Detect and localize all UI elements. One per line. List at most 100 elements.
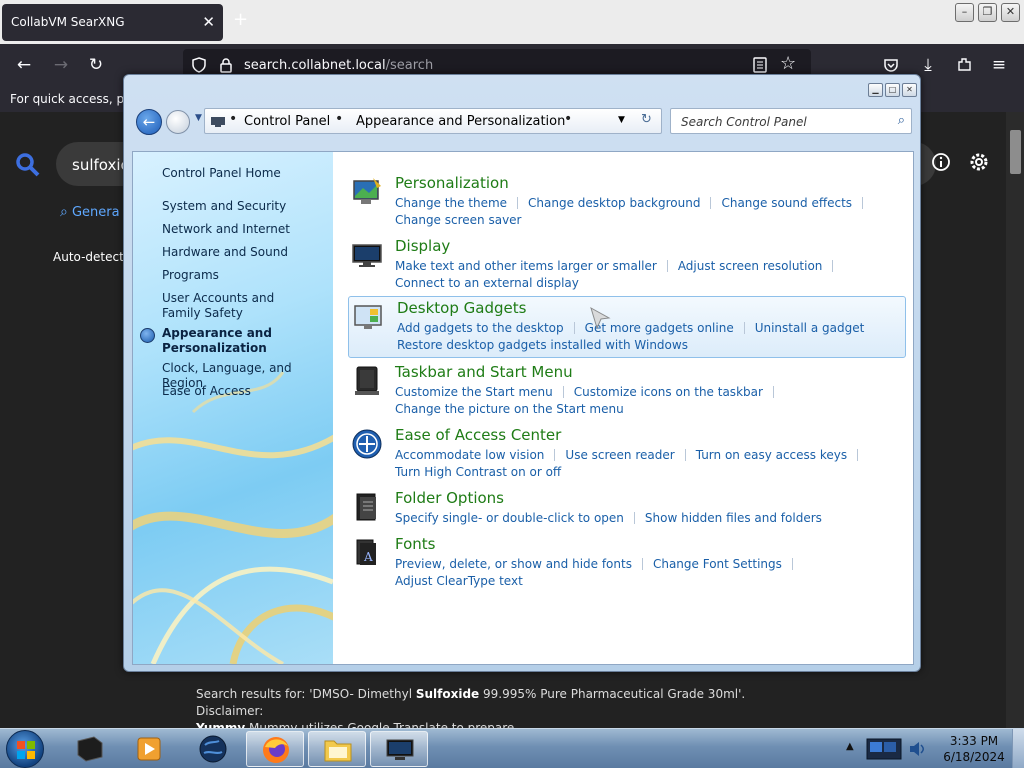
search-small-icon: ⌕ <box>60 204 68 220</box>
nav-control-panel-home[interactable]: Control Panel Home <box>162 166 327 181</box>
tray-expand-icon[interactable]: ▲ <box>846 741 854 752</box>
link-low-vision[interactable]: Accommodate low vision <box>395 448 544 462</box>
nav-hardware-sound[interactable]: Hardware and Sound <box>162 245 327 260</box>
extensions-icon[interactable] <box>956 56 973 73</box>
breadcrumb-appearance[interactable]: Appearance and Personalization <box>356 114 565 129</box>
link-high-contrast[interactable]: Turn High Contrast on or off <box>395 465 561 479</box>
bookmarks-hint: For quick access, plac <box>10 92 142 106</box>
category-list: Personalization Change the theme Change d… <box>333 152 913 664</box>
link-add-gadgets[interactable]: Add gadgets to the desktop <box>397 321 564 335</box>
address-dropdown-icon[interactable]: ▼ <box>618 115 625 125</box>
back-arrow-icon[interactable]: ← <box>136 109 162 135</box>
forward-arrow-icon[interactable] <box>166 110 190 134</box>
shield-icon[interactable] <box>191 57 207 73</box>
category-title[interactable]: Taskbar and Start Menu <box>395 363 573 381</box>
taskbar-media-player[interactable] <box>120 731 178 767</box>
new-tab-icon[interactable]: + <box>233 9 248 30</box>
link-uninstall-gadget[interactable]: Uninstall a gadget <box>755 321 865 335</box>
taskbar-firefox[interactable] <box>246 731 304 767</box>
category-title[interactable]: Folder Options <box>395 489 504 507</box>
link-hidden-files[interactable]: Show hidden files and folders <box>645 511 822 525</box>
category-title[interactable]: Display <box>395 237 450 255</box>
lock-icon[interactable] <box>219 57 233 73</box>
link-change-theme[interactable]: Change the theme <box>395 196 507 210</box>
network-icon[interactable] <box>866 737 902 761</box>
start-button[interactable] <box>6 730 44 768</box>
menu-icon[interactable]: ≡ <box>988 54 1010 76</box>
link-change-desktop-background[interactable]: Change desktop background <box>528 196 700 210</box>
link-preview-fonts[interactable]: Preview, delete, or show and hide fonts <box>395 557 632 571</box>
cp-close-button[interactable]: ✕ <box>902 83 917 97</box>
category-title[interactable]: Desktop Gadgets <box>397 299 526 317</box>
link-start-menu-picture[interactable]: Change the picture on the Start menu <box>395 402 624 416</box>
link-customize-start-menu[interactable]: Customize the Start menu <box>395 385 553 399</box>
refresh-icon[interactable]: ↻ <box>641 112 652 127</box>
taskbar-clock[interactable]: 3:33 PM 6/18/2024 <box>936 733 1012 765</box>
category-title[interactable]: Personalization <box>395 174 509 192</box>
breadcrumb[interactable]: • Control Panel • Appearance and Persona… <box>204 108 662 134</box>
link-customize-taskbar-icons[interactable]: Customize icons on the taskbar <box>574 385 763 399</box>
reload-icon[interactable]: ↻ <box>85 54 107 76</box>
recent-pages-dropdown-icon[interactable]: ▼ <box>195 113 202 123</box>
link-restore-gadgets[interactable]: Restore desktop gadgets installed with W… <box>397 338 688 352</box>
reader-view-icon[interactable] <box>753 57 767 73</box>
folder-icon <box>324 740 352 762</box>
category-display: Display Make text and other items larger… <box>347 235 905 297</box>
link-text-size[interactable]: Make text and other items larger or smal… <box>395 259 657 273</box>
gear-icon[interactable] <box>968 151 990 173</box>
category-desktop-gadgets[interactable]: Desktop Gadgets Add gadgets to the deskt… <box>348 296 906 358</box>
globe-icon <box>199 735 227 763</box>
terminal-icon <box>77 736 103 762</box>
breadcrumb-separator[interactable]: • <box>564 111 572 127</box>
restore-button[interactable]: ❐ <box>978 3 997 22</box>
link-easy-access-keys[interactable]: Turn on easy access keys <box>696 448 847 462</box>
bookmark-star-icon[interactable]: ☆ <box>780 53 796 74</box>
cp-maximize-button[interactable]: □ <box>885 83 900 97</box>
nav-system-security[interactable]: System and Security <box>162 199 327 214</box>
info-icon[interactable] <box>931 152 951 172</box>
browser-tab[interactable]: CollabVM SearXNG ✕ <box>2 4 223 41</box>
taskbar-control-panel[interactable] <box>370 731 428 767</box>
nav-programs[interactable]: Programs <box>162 268 327 283</box>
forward-arrow-icon[interactable]: → <box>50 54 72 76</box>
category-title[interactable]: Ease of Access Center <box>395 426 561 444</box>
volume-icon[interactable] <box>908 741 926 757</box>
nav-user-accounts[interactable]: User Accounts and Family Safety <box>162 291 312 321</box>
tab-close-icon[interactable]: ✕ <box>202 13 215 31</box>
cp-minimize-button[interactable]: ▁ <box>868 83 883 97</box>
category-fonts: A Fonts Preview, delete, or show and hid… <box>347 533 905 595</box>
nav-ease-of-access[interactable]: Ease of Access <box>162 384 327 399</box>
pocket-icon[interactable] <box>883 57 899 73</box>
breadcrumb-control-panel[interactable]: Control Panel <box>244 114 330 129</box>
show-desktop-button[interactable] <box>1012 729 1024 768</box>
link-change-screen-saver[interactable]: Change screen saver <box>395 213 522 227</box>
taskbar-globe[interactable] <box>184 731 242 767</box>
link-screen-reader[interactable]: Use screen reader <box>565 448 674 462</box>
taskbar-explorer[interactable] <box>308 731 366 767</box>
breadcrumb-separator[interactable]: • <box>335 111 343 127</box>
tab-general[interactable]: ⌕ Genera <box>60 204 120 220</box>
language-autodetect[interactable]: Auto-detect <box>53 250 124 264</box>
back-arrow-icon[interactable]: ← <box>13 54 35 76</box>
taskbar-terminal[interactable] <box>60 731 118 767</box>
nav-network-internet[interactable]: Network and Internet <box>162 222 327 237</box>
page-scrollbar[interactable] <box>1006 112 1024 728</box>
downloads-icon[interactable]: ⤓ <box>917 54 939 76</box>
link-external-display[interactable]: Connect to an external display <box>395 276 579 290</box>
link-cleartype[interactable]: Adjust ClearType text <box>395 574 523 588</box>
category-title[interactable]: Fonts <box>395 535 435 553</box>
link-screen-resolution[interactable]: Adjust screen resolution <box>678 259 823 273</box>
link-font-settings[interactable]: Change Font Settings <box>653 557 782 571</box>
close-button[interactable]: ✕ <box>1001 3 1020 22</box>
link-single-double-click[interactable]: Specify single- or double-click to open <box>395 511 624 525</box>
link-change-sound-effects[interactable]: Change sound effects <box>721 196 852 210</box>
clock-date: 6/18/2024 <box>943 750 1005 764</box>
nav-appearance-personalization[interactable]: Appearance and Personalization <box>162 326 292 356</box>
search-control-panel-input[interactable]: Search Control Panel ⌕ <box>670 108 912 134</box>
url-text: search.collabnet.local/search <box>244 58 433 73</box>
minimize-button[interactable]: – <box>955 3 974 22</box>
search-icon[interactable]: ⌕ <box>898 113 905 128</box>
tab-title: CollabVM SearXNG <box>11 15 125 29</box>
breadcrumb-separator[interactable]: • <box>229 111 237 127</box>
scrollbar-thumb[interactable] <box>1010 130 1021 174</box>
